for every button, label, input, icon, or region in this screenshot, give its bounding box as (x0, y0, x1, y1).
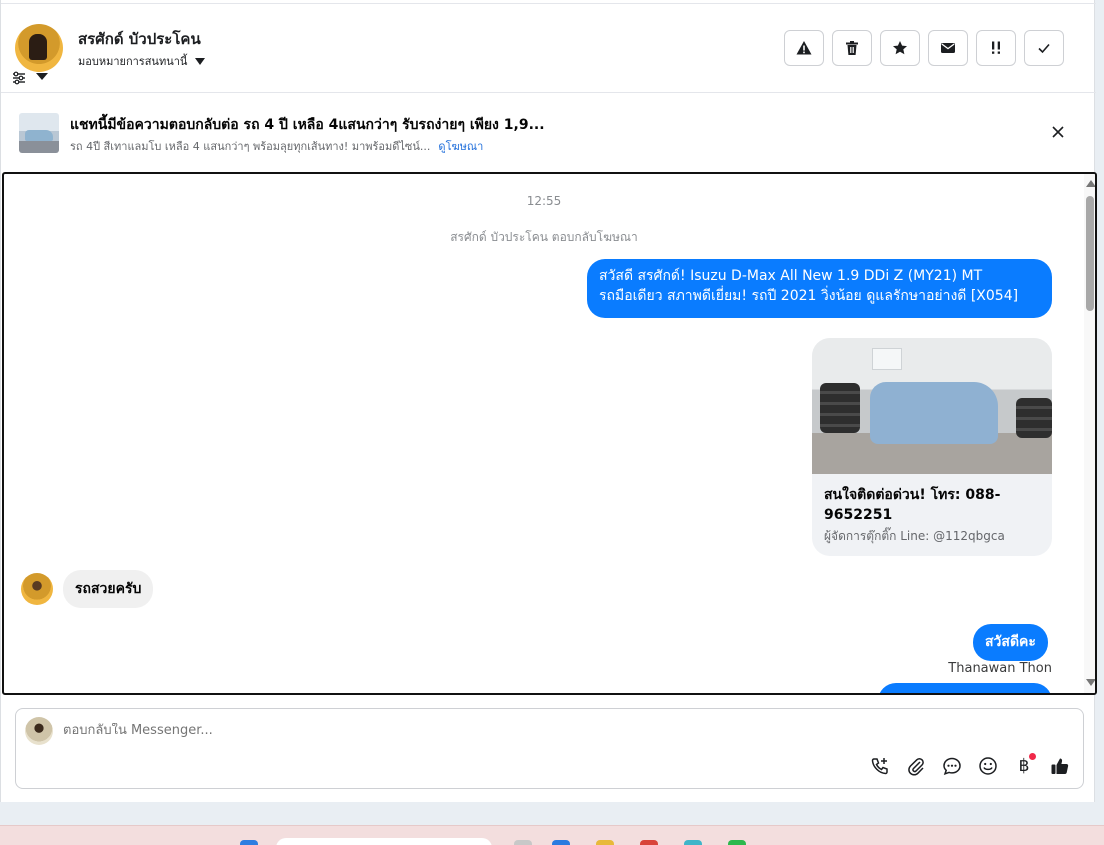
composer-toolbar: ฿ (869, 753, 1071, 777)
car-photo (812, 338, 1052, 474)
app-icon[interactable] (684, 840, 702, 845)
mark-unread-button[interactable] (928, 30, 968, 66)
sender-name: Thanawan Thon (948, 661, 1052, 676)
attach-icon (908, 758, 924, 776)
emoji-button[interactable] (977, 755, 999, 777)
saved-replies-button[interactable] (941, 755, 963, 777)
trash-icon (846, 41, 858, 55)
scrollbar-thumb[interactable] (1086, 196, 1094, 311)
attach-button[interactable] (905, 755, 927, 777)
inbox-conversation-panel: สรศักด์ บัวประโคน มอบหมายการสนทนานี้ แชท… (0, 0, 1097, 802)
follow-up-button[interactable] (976, 30, 1016, 66)
incoming-message-row: รถสวยครับ (21, 570, 154, 608)
ad-subtitle: รถ 4ปี สีเทาแลมโบ เหลือ 4 แสนกว่าๆ พร้อม… (70, 137, 483, 155)
message-timestamp: 12:55 (526, 194, 562, 208)
scroll-down-arrow-icon[interactable] (1086, 679, 1095, 686)
message-line: สวัสดี สรศักด์! Isuzu D-Max All New 1.9 … (599, 268, 983, 284)
caret-down-icon (195, 57, 206, 65)
folder-icon[interactable] (596, 840, 614, 845)
card-title: สนใจติดต่อด่วน! โทร: 088-9652251 (824, 487, 1001, 523)
chevron-down-icon[interactable] (36, 73, 48, 80)
taskbar-search[interactable] (276, 838, 492, 845)
browser-icon[interactable] (640, 840, 658, 845)
ad-reply-note: สรศักด์ บัวประโคน ตอบกลับโฆษณา (450, 230, 638, 244)
star-button[interactable] (880, 30, 920, 66)
outgoing-message[interactable]: สวัสดี สรศักด์! Isuzu D-Max All New 1.9 … (587, 259, 1052, 318)
emoji-icon (979, 757, 997, 775)
notification-dot (1029, 753, 1036, 760)
app-icon[interactable] (552, 840, 570, 845)
contact-avatar[interactable] (15, 24, 63, 72)
window (872, 348, 902, 370)
header-actions (784, 30, 1064, 66)
follow-up-icon (992, 41, 1000, 54)
ad-thumbnail[interactable] (19, 113, 59, 153)
card-subtitle: ผู้จัดการตุ๊กติ๊ก Line: @112qbgca (824, 529, 1005, 543)
conversation-header: สรศักด์ บัวประโคน มอบหมายการสนทนานี้ (1, 5, 1096, 93)
ad-title: แชทนี้มีข้อความตอบกลับต่อ รถ 4 ปี เหลือ … (70, 117, 545, 133)
message-line: รถมือเดียว สภาพดีเยี่ยม! รถปี 2021 วิ่งน… (599, 288, 1019, 304)
mark-spam-button[interactable] (784, 30, 824, 66)
message-composer: ฿ (15, 708, 1084, 789)
contact-name[interactable]: สรศักด์ บัวประโคน (78, 27, 201, 51)
saved-reply-icon (943, 757, 961, 776)
mail-icon (941, 43, 955, 53)
scroll-up-arrow-icon[interactable] (1086, 180, 1095, 187)
payment-button[interactable]: ฿ (1013, 753, 1036, 777)
truck (870, 382, 998, 444)
call-plus-icon (871, 758, 888, 775)
outgoing-message[interactable]: สวัสดีคะ (973, 624, 1048, 661)
reply-input[interactable] (63, 723, 963, 738)
start-icon[interactable] (240, 840, 258, 845)
ad-reply-banner: แชทนี้มีข้อความตอบกลับต่อ รถ 4 ปี เหลือ … (1, 94, 1096, 170)
delete-button[interactable] (832, 30, 872, 66)
assign-label: มอบหมายการสนทนานี้ (78, 55, 188, 68)
close-icon[interactable] (1050, 124, 1066, 140)
incoming-message[interactable]: รถสวยครับ (63, 570, 154, 608)
ad-description: รถ 4ปี สีเทาแลมโบ เหลือ 4 แสนกว่าๆ พร้อม… (70, 140, 431, 153)
view-ad-link[interactable]: ดูโฆษณา (438, 140, 483, 153)
line-app-icon[interactable] (728, 840, 746, 845)
like-icon (1051, 758, 1069, 774)
agent-avatar (25, 717, 53, 745)
message-thread[interactable]: 12:55 สรศักด์ บัวประโคน ตอบกลับโฆษณา สวั… (2, 172, 1097, 695)
like-button[interactable] (1049, 755, 1071, 777)
warning-icon (796, 41, 812, 55)
tires (820, 383, 860, 433)
outgoing-message-partial[interactable] (878, 683, 1052, 693)
star-icon (893, 41, 907, 55)
tires2 (1016, 398, 1052, 438)
top-divider (1, 0, 1096, 4)
settings-sliders-icon[interactable] (12, 71, 26, 85)
check-icon (1038, 43, 1050, 54)
baht-icon: ฿ (1018, 756, 1030, 776)
mark-done-button[interactable] (1024, 30, 1064, 66)
app-icon[interactable] (514, 840, 532, 845)
outgoing-image-card[interactable]: สนใจติดต่อด่วน! โทร: 088-9652251 ผู้จัดก… (812, 338, 1052, 556)
contact-avatar-small[interactable] (21, 573, 53, 605)
assign-conversation-dropdown[interactable]: มอบหมายการสนทนานี้ (78, 52, 206, 70)
call-button[interactable] (869, 755, 891, 777)
os-taskbar (0, 825, 1104, 845)
